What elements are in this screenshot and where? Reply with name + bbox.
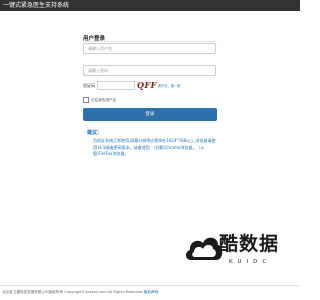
- footer-divider: [0, 285, 300, 286]
- captcha-input[interactable]: [97, 81, 135, 90]
- footer: 北京金卫捷科技发展有限公司版权所有 Copyright©xdcsoc.com A…: [2, 288, 158, 296]
- watermark-text: 酷数据: [219, 233, 280, 255]
- remember-me[interactable]: 记住我的用户名: [83, 97, 116, 103]
- watermark-logo: 酷数据 KUIDC: [183, 228, 283, 284]
- username-input[interactable]: 请输入用户名: [83, 43, 216, 54]
- captcha-label: 验证码: [83, 83, 95, 88]
- advice-text: 为保证系统正常使用,屏幕分辨率应保持在1024*768以上,浏览器请使用 IE …: [93, 138, 216, 157]
- divider: [83, 41, 217, 42]
- advice-title: 建议：: [87, 130, 103, 136]
- remember-checkbox[interactable]: [83, 97, 89, 103]
- login-button[interactable]: 登录: [83, 108, 217, 121]
- app-title: 一键式紧急医生支持系统: [3, 2, 70, 9]
- top-header-bar: 一键式紧急医生支持系统: [0, 0, 300, 11]
- copyright-text: 北京金卫捷科技发展有限公司版权所有 Copyright©xdcsoc.com A…: [2, 290, 143, 294]
- remember-label: 记住我的用户名: [91, 98, 117, 102]
- captcha-refresh-link[interactable]: 看不清，换一张: [158, 83, 180, 89]
- password-placeholder: 请输入密码: [88, 68, 108, 73]
- password-input[interactable]: 请输入密码: [83, 65, 216, 76]
- advice-box: 建议： 为保证系统正常使用,屏幕分辨率应保持在1024*768以上,浏览器请使用…: [83, 129, 219, 158]
- privacy-link[interactable]: 隐私声明: [144, 290, 158, 294]
- watermark-subtext: KUIDC: [229, 259, 272, 265]
- captcha-image[interactable]: QFF: [137, 80, 159, 91]
- username-placeholder: 请输入用户名: [88, 46, 112, 51]
